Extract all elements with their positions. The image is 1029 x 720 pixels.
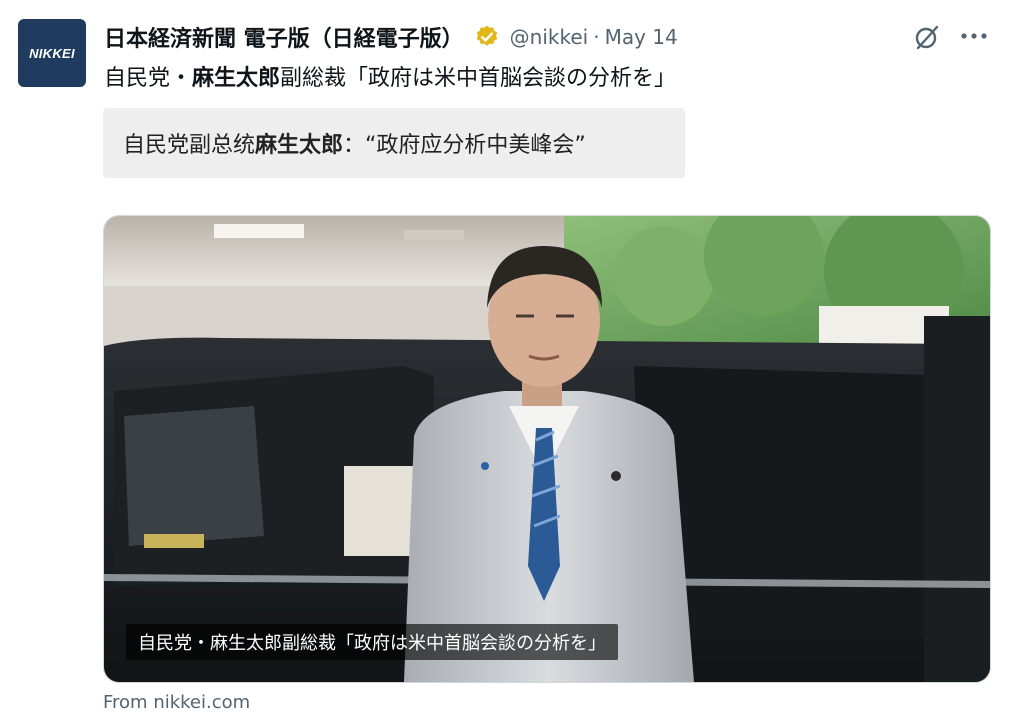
more-options-icon[interactable]: [959, 28, 991, 44]
article-photo: [104, 216, 990, 682]
avatar-logo-text: NIKKEI: [29, 45, 75, 61]
author-handle[interactable]: @nikkei: [510, 25, 589, 49]
translation-text-start: 自民党副总统: [123, 133, 256, 158]
link-card[interactable]: 自民党・麻生太郎副総裁「政府は米中首脳会談の分析を」: [103, 215, 991, 683]
tweet-date[interactable]: May 14: [605, 25, 678, 49]
verified-badge-icon: [474, 24, 500, 50]
tweet-text: 自民党・麻生太郎副総裁「政府は米中首脳会談の分析を」: [104, 60, 676, 92]
tweet-text-highlight: 麻生太郎: [192, 66, 281, 91]
avatar[interactable]: NIKKEI: [18, 19, 86, 87]
photo-caption: 自民党・麻生太郎副総裁「政府は米中首脳会談の分析を」: [126, 624, 618, 660]
author-name[interactable]: 日本経済新聞 電子版（日経電子版）: [104, 21, 464, 53]
translation-box: 自民党副总统麻生太郎：“政府应分析中美峰会”: [103, 108, 685, 178]
link-source[interactable]: From nikkei.com: [103, 692, 250, 713]
tweet-header: 日本経済新聞 電子版（日経電子版） @nikkei · May 14: [104, 20, 678, 54]
header-separator: ·: [593, 25, 600, 49]
translation-text-highlight: 麻生太郎: [255, 133, 344, 158]
translation-text-end: ：“政府应分析中美峰会”: [343, 133, 586, 158]
grok-icon[interactable]: [912, 22, 942, 52]
tweet-text-start: 自民党・: [104, 66, 193, 91]
tweet-text-end: 副総裁「政府は米中首脳会談の分析を」: [280, 66, 677, 91]
